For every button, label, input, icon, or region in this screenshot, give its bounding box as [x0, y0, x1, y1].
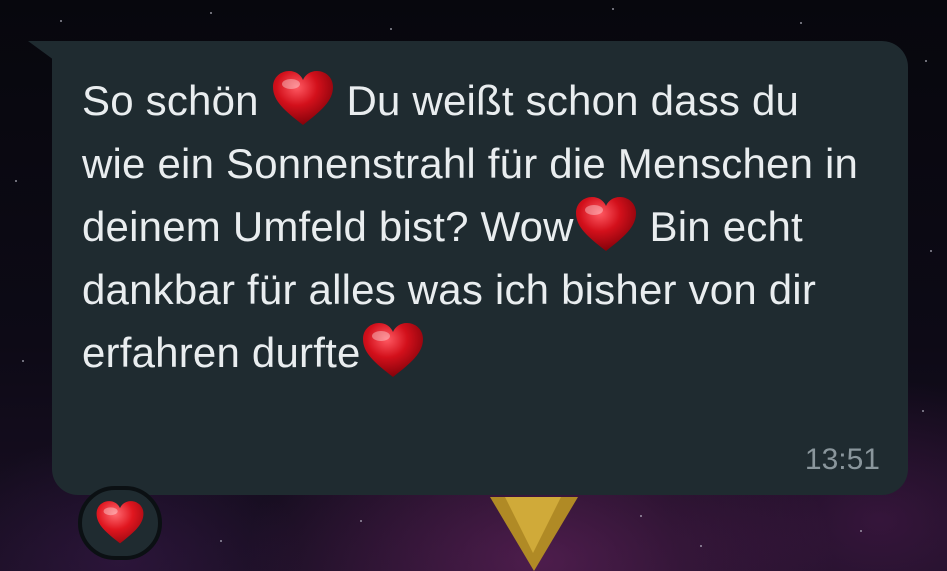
- star: [930, 250, 932, 252]
- heart-emoji-icon: [575, 196, 636, 251]
- star: [60, 20, 62, 22]
- wallpaper-gold-shape-highlight: [505, 497, 561, 553]
- star: [210, 12, 212, 14]
- star: [700, 545, 702, 547]
- star: [922, 410, 924, 412]
- message-text-part-1: So schön: [82, 77, 271, 124]
- star: [640, 515, 642, 517]
- heart-emoji-icon: [96, 501, 144, 544]
- star: [220, 540, 222, 542]
- reaction-badge[interactable]: [78, 486, 162, 560]
- star: [15, 180, 17, 182]
- star: [22, 360, 24, 362]
- star: [800, 22, 802, 24]
- star: [925, 60, 927, 62]
- star: [360, 520, 362, 522]
- star: [612, 8, 614, 10]
- heart-emoji-icon: [272, 70, 333, 125]
- heart-emoji-icon: [362, 322, 423, 377]
- message-text: So schön Du weißt schon dass du wie ein …: [82, 69, 862, 384]
- star: [390, 28, 392, 30]
- star: [860, 530, 862, 532]
- message-timestamp: 13:51: [804, 443, 880, 476]
- message-bubble[interactable]: So schön Du weißt schon dass du wie ein …: [52, 41, 908, 495]
